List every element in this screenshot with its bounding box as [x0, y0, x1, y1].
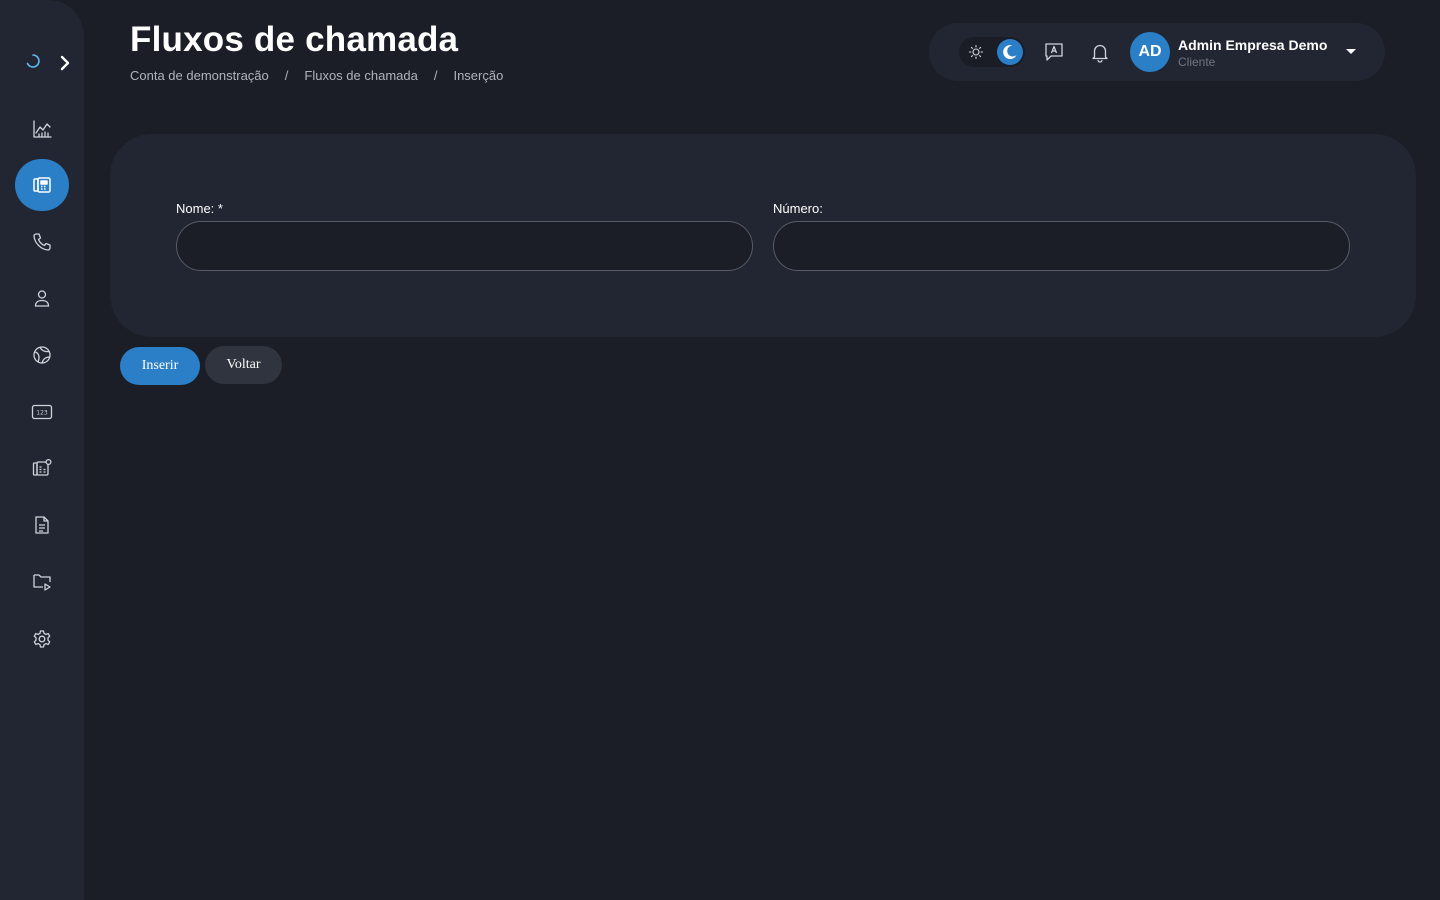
gear-icon — [33, 630, 51, 648]
user-role: Cliente — [1178, 55, 1216, 69]
user-icon — [34, 290, 50, 307]
form-card: Nome: * Número: — [110, 134, 1416, 337]
number-label: Número: — [773, 201, 823, 216]
avatar[interactable]: AD — [1130, 32, 1170, 72]
insert-button[interactable]: Inserir — [120, 347, 200, 385]
loading-spinner-icon — [26, 54, 40, 68]
sidebar-top — [0, 44, 84, 84]
phone-icon — [33, 233, 51, 251]
theme-toggle[interactable] — [959, 37, 1025, 67]
sidebar-item-call-flows[interactable] — [15, 159, 69, 211]
sidebar-item-flow-settings[interactable] — [15, 442, 69, 494]
name-input[interactable] — [176, 221, 753, 271]
sidebar-item-settings[interactable] — [15, 613, 69, 665]
svg-text:123: 123 — [36, 410, 48, 417]
name-label: Nome: * — [176, 201, 223, 216]
number-input[interactable] — [773, 221, 1350, 271]
sidebar: 123 — [0, 0, 84, 900]
document-icon — [35, 516, 49, 534]
breadcrumb: Conta de demonstração / Fluxos de chamad… — [130, 68, 503, 83]
sidebar-item-dashboard[interactable] — [15, 103, 69, 155]
page-title: Fluxos de chamada — [130, 20, 459, 59]
globe-icon — [33, 346, 51, 364]
chat-icon[interactable] — [1043, 41, 1065, 63]
sidebar-item-media[interactable] — [15, 555, 69, 607]
chevron-right-icon[interactable] — [56, 54, 74, 72]
breadcrumb-item-call-flows[interactable]: Fluxos de chamada — [304, 68, 417, 83]
sidebar-item-calls[interactable] — [15, 216, 69, 268]
user-name[interactable]: Admin Empresa Demo — [1178, 37, 1327, 53]
light-theme-option[interactable] — [965, 41, 987, 63]
sidebar-item-users[interactable] — [15, 272, 69, 324]
caret-down-icon[interactable] — [1345, 47, 1357, 57]
breadcrumb-separator: / — [433, 68, 438, 83]
sidebar-item-network[interactable] — [15, 329, 69, 381]
numbers-icon: 123 — [31, 404, 53, 420]
moon-icon — [1003, 45, 1017, 60]
breadcrumb-item-current: Inserção — [453, 68, 504, 83]
sun-icon — [968, 44, 984, 60]
dark-theme-option[interactable] — [997, 39, 1023, 65]
sidebar-item-reports[interactable] — [15, 499, 69, 551]
topbar: AD Admin Empresa Demo Cliente — [929, 23, 1385, 81]
sidebar-item-numbers[interactable]: 123 — [15, 386, 69, 438]
call-flow-icon — [33, 177, 51, 193]
bell-icon[interactable] — [1089, 41, 1111, 63]
breadcrumb-item-account[interactable]: Conta de demonstração — [130, 68, 269, 83]
media-folder-icon — [33, 574, 51, 591]
back-button[interactable]: Voltar — [205, 346, 282, 384]
breadcrumb-separator: / — [284, 68, 289, 83]
chart-icon — [33, 120, 52, 138]
flow-settings-icon — [32, 458, 52, 476]
